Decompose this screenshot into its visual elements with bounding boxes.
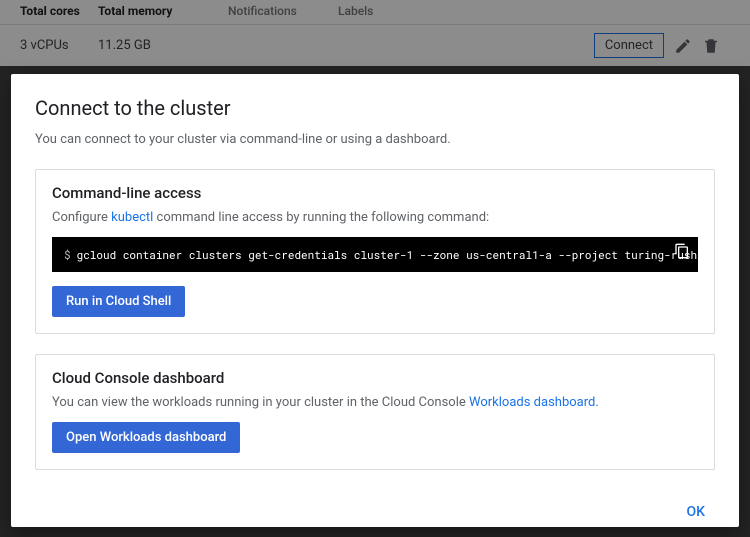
workloads-dashboard-link[interactable]: Workloads dashboard (469, 395, 595, 410)
ok-button[interactable]: OK (677, 498, 716, 526)
cli-heading: Command-line access (52, 184, 698, 202)
dashboard-heading: Cloud Console dashboard (52, 369, 698, 387)
dialog-subtitle: You can connect to your cluster via comm… (35, 132, 715, 147)
command-block[interactable]: $ gcloud container clusters get-credentia… (52, 237, 698, 272)
dashboard-desc: You can view the workloads running in yo… (52, 395, 698, 410)
dialog-actions: OK (35, 490, 715, 526)
connect-dialog: Connect to the cluster You can connect t… (11, 74, 739, 527)
command-text: gcloud container clusters get-credential… (77, 247, 698, 262)
open-workloads-button[interactable]: Open Workloads dashboard (52, 422, 240, 453)
dashboard-card: Cloud Console dashboard You can view the… (35, 354, 715, 470)
shell-prompt: $ (64, 247, 71, 262)
cli-desc: Configure kubectl command line access by… (52, 210, 698, 225)
kubectl-link[interactable]: kubectl (111, 210, 153, 225)
dash-desc-pre: You can view the workloads running in yo… (52, 395, 469, 410)
run-cloud-shell-button[interactable]: Run in Cloud Shell (52, 286, 185, 317)
copy-icon[interactable] (674, 243, 690, 262)
cli-card: Command-line access Configure kubectl co… (35, 169, 715, 334)
dash-desc-post: . (595, 395, 598, 410)
cli-desc-pre: Configure (52, 210, 111, 225)
dialog-title: Connect to the cluster (35, 96, 715, 120)
cli-desc-post: command line access by running the follo… (153, 210, 489, 225)
